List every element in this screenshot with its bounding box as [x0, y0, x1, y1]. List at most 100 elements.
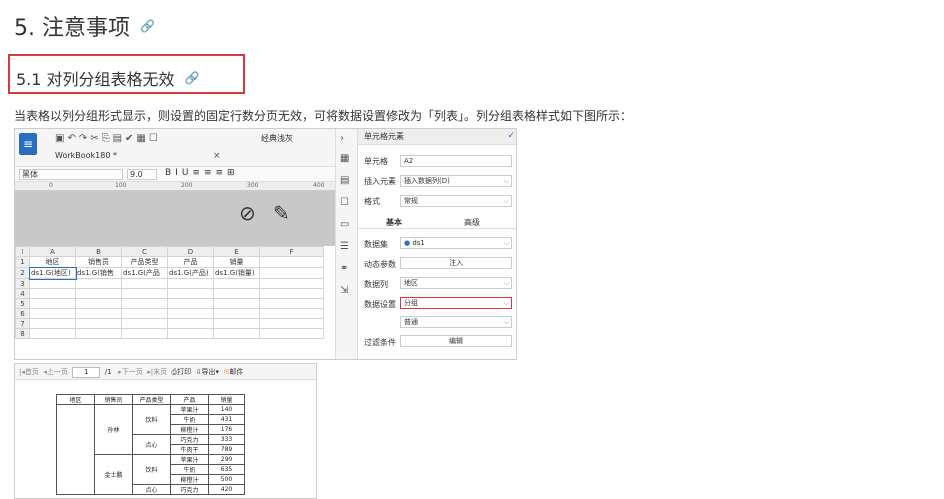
cell[interactable]	[29, 308, 76, 319]
prev-page-button[interactable]: ◂上一页	[43, 368, 68, 376]
cell[interactable]	[29, 298, 76, 309]
link-icon[interactable]: 🔗	[185, 71, 200, 85]
cell[interactable]	[167, 318, 214, 329]
col-header[interactable]: B	[75, 246, 122, 257]
cell[interactable]: 产品	[167, 256, 214, 268]
cell[interactable]	[259, 308, 324, 319]
insert-select[interactable]: 插入数据列(D) ⌵	[400, 175, 512, 187]
cell[interactable]	[259, 267, 324, 279]
next-page-button[interactable]: ▸下一页	[118, 368, 143, 376]
tab-advanced[interactable]: 高级	[464, 217, 480, 228]
cell[interactable]	[259, 328, 324, 339]
format-select[interactable]: 常规 ⌵	[400, 195, 512, 207]
inject-button[interactable]: 注入	[400, 257, 512, 269]
mail-button[interactable]: ✉邮件	[223, 368, 243, 376]
cell[interactable]	[75, 328, 122, 339]
col-header[interactable]: D	[167, 246, 214, 257]
cell[interactable]	[213, 278, 260, 289]
export-button[interactable]: ⇩导出▾	[196, 368, 219, 376]
cell[interactable]: ds1.G(销售	[75, 267, 122, 279]
cell[interactable]	[259, 256, 324, 268]
col-header[interactable]: E	[213, 246, 260, 257]
cell[interactable]: ds1.G(销量)	[213, 267, 260, 279]
confirm-check-icon[interactable]: ✓	[507, 131, 515, 141]
font-size-select[interactable]: 9.0	[127, 169, 157, 180]
cell[interactable]	[29, 278, 76, 289]
data-column-select[interactable]: 地区 ⌵	[400, 277, 512, 289]
cell[interactable]	[121, 308, 168, 319]
cell[interactable]	[213, 288, 260, 299]
cell[interactable]	[75, 278, 122, 289]
widget-icon[interactable]: ▭	[340, 219, 349, 230]
cell[interactable]	[75, 308, 122, 319]
export-icon[interactable]: ⇲	[340, 285, 348, 296]
cell[interactable]: ds1.G(产品	[121, 267, 168, 279]
row-header[interactable]: 8	[15, 328, 30, 339]
cell[interactable]	[213, 328, 260, 339]
cell[interactable]	[29, 318, 76, 329]
row-header[interactable]: 5	[15, 298, 30, 309]
cell[interactable]	[259, 288, 324, 299]
cell-style-icon[interactable]: ☐	[340, 197, 349, 208]
cell[interactable]: 地区	[29, 256, 76, 268]
close-tab-icon[interactable]: ×	[213, 151, 221, 161]
data-setting-select[interactable]: 分组 ⌵	[400, 297, 512, 309]
dataset-select[interactable]: ● ds1 ⌵	[400, 237, 512, 249]
row-header[interactable]: 1	[15, 256, 30, 268]
corner-cell[interactable]: ⁞	[15, 246, 30, 257]
cell[interactable]	[121, 278, 168, 289]
selected-cell[interactable]: ds1.G(地区)	[28, 266, 77, 280]
row-header[interactable]: 2	[15, 267, 30, 279]
row-header[interactable]: 7	[15, 318, 30, 329]
cell[interactable]	[259, 318, 324, 329]
cell[interactable]: ds1.G(产品)	[167, 267, 214, 279]
style-label[interactable]: 经典浅灰	[261, 133, 293, 144]
cell[interactable]	[29, 328, 76, 339]
format-icons[interactable]: BIU≡≡≡⊞	[165, 168, 239, 178]
cell[interactable]: 销售员	[75, 256, 122, 268]
cell[interactable]	[121, 288, 168, 299]
edit-pen-icon[interactable]: ✎	[273, 201, 290, 225]
cell[interactable]	[121, 318, 168, 329]
cell[interactable]	[167, 278, 214, 289]
cell[interactable]: 产品类型	[121, 256, 168, 268]
row-header[interactable]: 6	[15, 308, 30, 319]
cell[interactable]: 销量	[213, 256, 260, 268]
cell[interactable]	[167, 328, 214, 339]
cell[interactable]	[121, 298, 168, 309]
cell[interactable]	[259, 278, 324, 289]
cell[interactable]	[75, 318, 122, 329]
col-header[interactable]: F	[259, 246, 324, 257]
row-header[interactable]: 3	[15, 278, 30, 289]
cell[interactable]	[213, 318, 260, 329]
cell-attribute-icon[interactable]: ▤	[340, 175, 349, 186]
first-page-button[interactable]: |◂首页	[19, 368, 39, 376]
cell[interactable]	[121, 328, 168, 339]
cell[interactable]	[75, 298, 122, 309]
font-select[interactable]: 黑体	[19, 169, 123, 180]
cell[interactable]	[167, 298, 214, 309]
list-icon[interactable]: ☰	[340, 241, 349, 252]
cell[interactable]	[29, 288, 76, 299]
cell[interactable]	[167, 308, 214, 319]
col-header[interactable]: C	[121, 246, 168, 257]
print-button[interactable]: ⎙打印	[172, 368, 192, 376]
tab-basic[interactable]: 基本	[386, 217, 402, 228]
cell[interactable]	[259, 298, 324, 309]
last-page-button[interactable]: ▸|末页	[147, 368, 167, 376]
group-mode-select[interactable]: 普通 ⌵	[400, 316, 512, 328]
page-number-input[interactable]: 1	[72, 366, 101, 378]
workbook-tab[interactable]: WorkBook180 *	[55, 151, 117, 160]
col-header[interactable]: A	[29, 246, 76, 257]
cell[interactable]	[167, 288, 214, 299]
hide-eye-icon[interactable]: ⊘	[239, 201, 256, 225]
cell-element-icon[interactable]: ▦	[340, 153, 349, 164]
cell[interactable]	[75, 288, 122, 299]
link-chain-icon[interactable]: ⚭	[340, 263, 348, 274]
edit-filter-button[interactable]: 编辑	[400, 335, 512, 347]
cell[interactable]	[213, 298, 260, 309]
cell-field[interactable]: A2	[400, 155, 512, 167]
link-icon[interactable]: 🔗	[140, 19, 155, 33]
cell[interactable]	[213, 308, 260, 319]
row-header[interactable]: 4	[15, 288, 30, 299]
